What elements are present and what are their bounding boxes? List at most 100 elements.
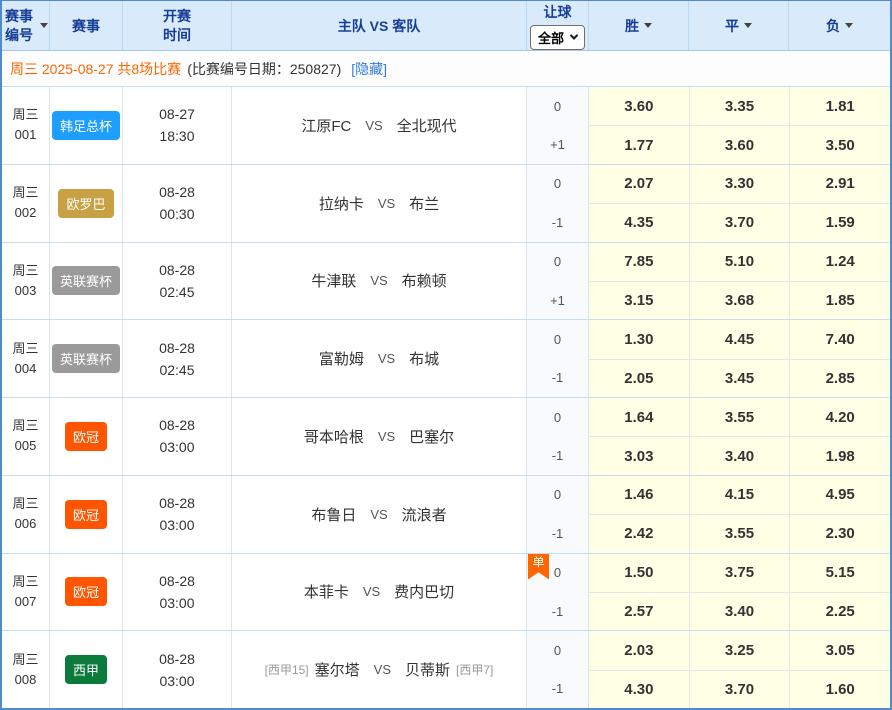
odds-draw[interactable]: 3.25 <box>689 631 790 669</box>
sort-caret-icon[interactable] <box>744 23 752 28</box>
odds-win[interactable]: 3.15 <box>589 281 689 319</box>
sort-caret-icon[interactable] <box>40 23 48 28</box>
odds-lose[interactable]: 4.95 <box>789 476 890 514</box>
match-time: 02:45 <box>159 281 194 303</box>
odds-win[interactable]: 1.50 <box>589 554 689 592</box>
odds-lose[interactable]: 1.98 <box>789 436 890 474</box>
odds-draw[interactable]: 4.45 <box>689 320 790 358</box>
odds-draw[interactable]: 3.30 <box>689 165 790 203</box>
home-team: 本菲卡 <box>304 581 349 602</box>
odds-draw[interactable]: 3.45 <box>689 359 790 397</box>
odds-lose[interactable]: 7.40 <box>789 320 890 358</box>
odds-win[interactable]: 2.42 <box>589 514 689 552</box>
match-row: 周三 002 欧罗巴 08-28 00:30 拉纳卡 VS 布兰 0 2.07 … <box>2 164 890 242</box>
vs-label: VS <box>370 507 387 522</box>
odds-lose[interactable]: 2.30 <box>789 514 890 552</box>
odds-lose[interactable]: 4.20 <box>789 398 890 436</box>
odds-win[interactable]: 4.30 <box>589 670 689 708</box>
odds-draw[interactable]: 3.60 <box>689 125 790 163</box>
odds-win[interactable]: 2.07 <box>589 165 689 203</box>
odds-win[interactable]: 1.77 <box>589 125 689 163</box>
odds-lose[interactable]: 1.24 <box>789 243 890 281</box>
home-team: 哥本哈根 <box>304 426 364 447</box>
match-row: 周三 001 韩足总杯 08-27 18:30 江原FC VS 全北现代 0 3… <box>2 86 890 164</box>
odds-lose[interactable]: 1.59 <box>789 203 890 241</box>
odds-win[interactable]: 7.85 <box>589 243 689 281</box>
odds-lose[interactable]: 2.91 <box>789 165 890 203</box>
odds-win[interactable]: 1.64 <box>589 398 689 436</box>
hide-link[interactable]: [隐藏] <box>351 59 387 79</box>
competition-badge[interactable]: 欧冠 <box>65 577 107 606</box>
match-row: 周三 005 欧冠 08-28 03:00 哥本哈根 VS 巴塞尔 0 1.64… <box>2 397 890 475</box>
odds-line: +1 3.15 3.68 1.85 <box>527 281 890 319</box>
odds-win[interactable]: 2.57 <box>589 592 689 630</box>
odds-draw[interactable]: 3.70 <box>689 203 790 241</box>
odds-draw[interactable]: 3.75 <box>689 554 790 592</box>
handicap-cell: -1 <box>527 592 589 630</box>
match-time: 03:00 <box>159 670 194 692</box>
competition-badge[interactable]: 英联赛杯 <box>52 266 120 295</box>
match-time: 03:00 <box>159 436 194 458</box>
competition-badge[interactable]: 欧冠 <box>65 500 107 529</box>
odds-grid: 单 0 1.50 3.75 5.15 -1 2.57 3.40 2.25 <box>527 554 890 631</box>
odds-draw[interactable]: 3.40 <box>689 592 790 630</box>
odds-lose[interactable]: 2.25 <box>789 592 890 630</box>
match-number: 003 <box>15 281 37 301</box>
header-start-time-label: 开赛时间 <box>161 7 193 45</box>
handicap-filter-value: 全部 <box>538 28 564 47</box>
odds-win[interactable]: 3.60 <box>589 87 689 125</box>
handicap-cell: 0 <box>527 87 589 125</box>
match-weekday: 周三 <box>12 261 38 281</box>
odds-win[interactable]: 1.30 <box>589 320 689 358</box>
teams-cell: 本菲卡 VS 费内巴切 <box>232 554 527 631</box>
home-team: 布鲁日 <box>311 504 356 525</box>
handicap-cell: -1 <box>527 359 589 397</box>
odds-draw[interactable]: 3.70 <box>689 670 790 708</box>
odds-win[interactable]: 2.05 <box>589 359 689 397</box>
odds-line: 0 1.46 4.15 4.95 <box>527 476 890 514</box>
odds-draw[interactable]: 3.35 <box>689 87 790 125</box>
odds-draw[interactable]: 4.15 <box>689 476 790 514</box>
match-date: 08-28 <box>159 648 195 670</box>
competition-badge[interactable]: 西甲 <box>65 655 107 684</box>
teams-cell: 江原FC VS 全北现代 <box>232 87 527 164</box>
odds-win[interactable]: 4.35 <box>589 203 689 241</box>
odds-lose[interactable]: 3.05 <box>789 631 890 669</box>
sort-caret-icon[interactable] <box>845 23 853 28</box>
odds-lose[interactable]: 1.81 <box>789 87 890 125</box>
handicap-cell: 0 <box>527 243 589 281</box>
odds-draw[interactable]: 3.40 <box>689 436 790 474</box>
handicap-cell: +1 <box>527 125 589 163</box>
odds-draw[interactable]: 3.68 <box>689 281 790 319</box>
odds-grid: 0 1.64 3.55 4.20 -1 3.03 3.40 1.98 <box>527 398 890 475</box>
odds-win[interactable]: 1.46 <box>589 476 689 514</box>
odds-grid: 0 7.85 5.10 1.24 +1 3.15 3.68 1.85 <box>527 243 890 320</box>
competition-badge[interactable]: 英联赛杯 <box>52 344 120 373</box>
odds-draw[interactable]: 5.10 <box>689 243 790 281</box>
handicap-cell: 0 <box>527 476 589 514</box>
odds-grid: 0 3.60 3.35 1.81 +1 1.77 3.60 3.50 <box>527 87 890 164</box>
odds-lose[interactable]: 1.60 <box>789 670 890 708</box>
odds-lose[interactable]: 5.15 <box>789 554 890 592</box>
away-team: 费内巴切 <box>394 581 454 602</box>
handicap-value: -1 <box>552 215 564 230</box>
sort-caret-icon[interactable] <box>644 23 652 28</box>
handicap-cell: -1 <box>527 436 589 474</box>
handicap-filter-select[interactable]: 全部 <box>530 25 585 50</box>
match-date: 08-28 <box>159 570 195 592</box>
odds-lose[interactable]: 3.50 <box>789 125 890 163</box>
competition-badge[interactable]: 韩足总杯 <box>52 111 120 140</box>
odds-draw[interactable]: 3.55 <box>689 398 790 436</box>
header-competition: 赛事 <box>50 1 123 50</box>
competition-badge[interactable]: 欧罗巴 <box>58 189 113 218</box>
odds-win[interactable]: 2.03 <box>589 631 689 669</box>
odds-lose[interactable]: 1.85 <box>789 281 890 319</box>
away-team: 布赖顿 <box>402 270 447 291</box>
header-win: 胜 <box>589 1 689 50</box>
odds-draw[interactable]: 3.55 <box>689 514 790 552</box>
competition-badge[interactable]: 欧冠 <box>65 422 107 451</box>
time-cell: 08-28 03:00 <box>123 554 232 631</box>
odds-win[interactable]: 3.03 <box>589 436 689 474</box>
table-header: 赛事编号 赛事 开赛时间 主队 VS 客队 让球 全部 胜 平 <box>2 1 890 51</box>
odds-lose[interactable]: 2.85 <box>789 359 890 397</box>
